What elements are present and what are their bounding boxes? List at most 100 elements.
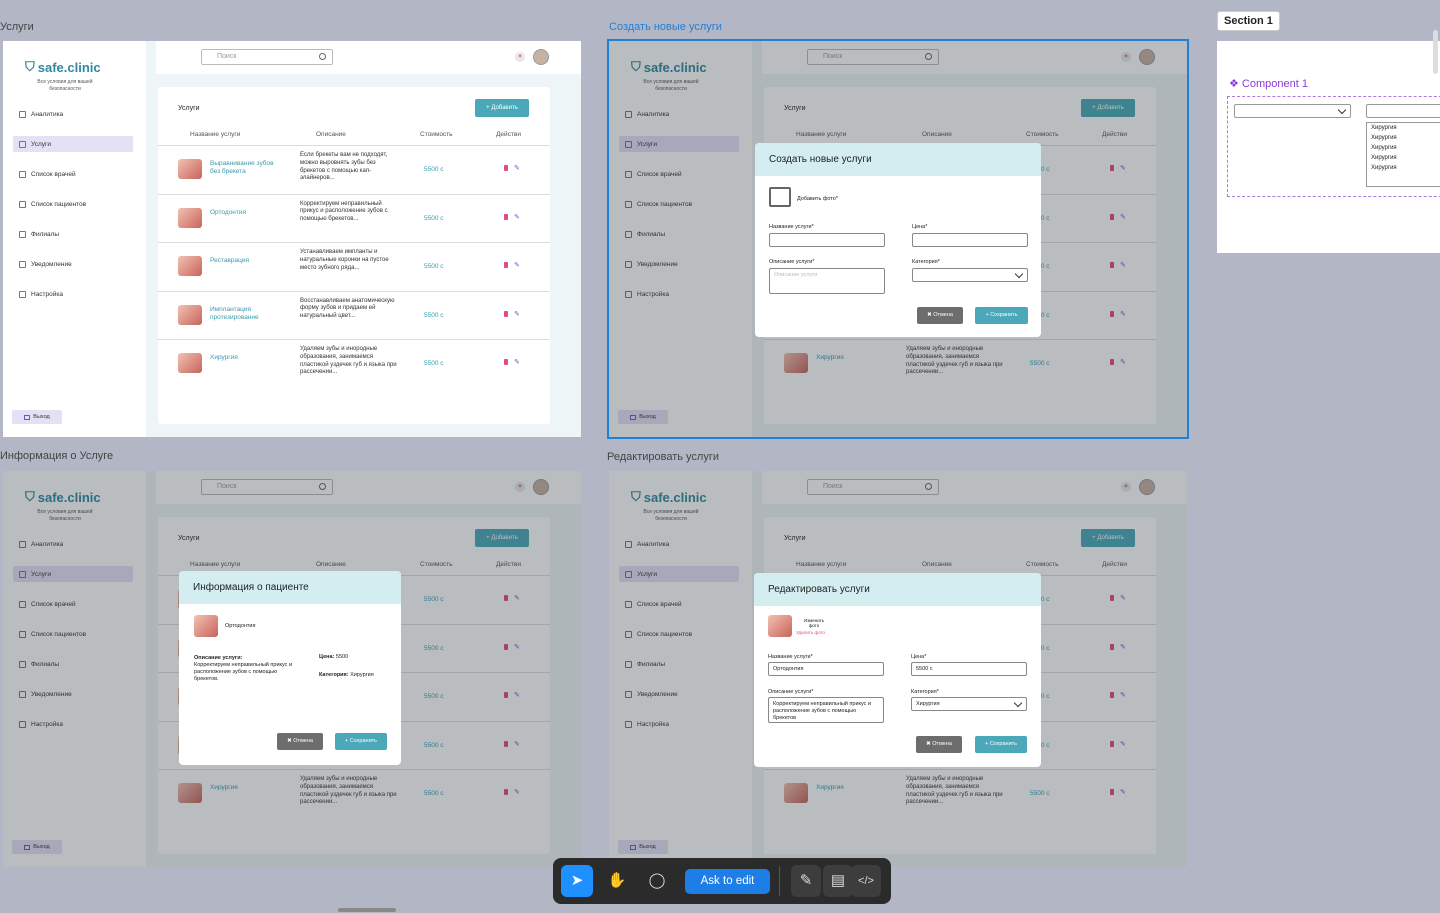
horizontal-scrollbar[interactable] <box>338 908 396 912</box>
description-input[interactable]: Корректируем неправильный прикус и распо… <box>768 697 884 723</box>
search-input[interactable]: Поиск <box>201 49 333 65</box>
code-icon[interactable]: </> <box>851 865 881 897</box>
avatar[interactable] <box>533 49 549 65</box>
nav-icon <box>19 140 26 148</box>
delete-icon[interactable] <box>504 359 508 365</box>
service-name-input[interactable]: Ортодонтия <box>768 662 884 676</box>
service-image <box>768 615 792 637</box>
section-label[interactable]: Section 1 <box>1217 11 1280 31</box>
shield-icon: ⛉ <box>25 59 35 74</box>
ask-to-edit-button[interactable]: Ask to edit <box>685 869 770 894</box>
service-name[interactable]: Выравнивание зубов без брекета <box>210 160 276 176</box>
table-row[interactable]: Реставрация Устанавливаем импланты и нат… <box>158 242 550 290</box>
cancel-button[interactable]: ✖ Отмена <box>277 733 323 750</box>
component-label[interactable]: ❖ Component 1 <box>1229 77 1308 90</box>
frame-label-info[interactable]: Информация о Услуге <box>0 450 113 462</box>
frame-label-services[interactable]: Услуги <box>0 21 34 33</box>
main-area: Поиск ✶ Услуги + Добавить Название услуг… <box>146 41 581 437</box>
cancel-button[interactable]: ✖ Отмена <box>916 736 962 753</box>
category-label: Категория* <box>912 259 940 265</box>
service-image <box>178 256 202 276</box>
sidebar-item[interactable]: Настройка <box>13 286 133 302</box>
frame-edit[interactable]: ⛉ safe.clinic Все условия для вашей безоп… <box>609 471 1187 867</box>
component-dropdown-closed[interactable] <box>1234 104 1351 118</box>
dropdown-option[interactable]: Хирургия <box>1367 133 1440 143</box>
service-name-input[interactable] <box>769 233 885 247</box>
desc-label: Описание услуги: <box>194 655 243 661</box>
sidebar-item-label: Настройка <box>31 290 63 298</box>
component-dropdown-open[interactable] <box>1366 104 1440 118</box>
vertical-scrollbar[interactable] <box>1433 30 1438 74</box>
sidebar-item[interactable]: Список врачей <box>13 166 133 182</box>
frame-create[interactable]: ⛉ safe.clinic Все условия для вашей безоп… <box>607 39 1189 439</box>
layout-icon[interactable]: ▤ <box>823 865 853 897</box>
cursor-icon[interactable]: ➤ <box>561 865 593 897</box>
sidebar-item[interactable]: Услуги <box>13 136 133 152</box>
price-input[interactable] <box>912 233 1028 247</box>
nav-icon <box>19 230 26 238</box>
price-row: Цена: 5500 <box>319 654 349 660</box>
frame-label-create[interactable]: Создать новые услуги <box>609 21 722 33</box>
desc-label: Описание услуги* <box>768 689 814 695</box>
chevron-down-icon <box>1014 269 1024 279</box>
save-button[interactable]: + Сохранить <box>975 307 1028 324</box>
dropdown-option[interactable]: Хирургия <box>1367 153 1440 163</box>
service-name[interactable]: Хирургия <box>210 354 276 362</box>
edit-icon[interactable]: ✎ <box>514 261 520 269</box>
add-photo-label[interactable]: Добавить фото* <box>797 196 838 202</box>
top-bar: Поиск ✶ <box>156 41 581 74</box>
sidebar-item[interactable]: Аналитика <box>13 106 133 122</box>
notification-icon[interactable]: ✶ <box>515 52 525 62</box>
table-row[interactable]: Ортодонтия Корректируем неправильный при… <box>158 193 550 242</box>
change-photo-link[interactable]: Изменить фото <box>800 618 828 628</box>
price-input[interactable]: 5500 с <box>911 662 1027 676</box>
comment-icon[interactable]: ◯ <box>641 865 673 897</box>
dropdown-option[interactable]: Хирургия <box>1367 143 1440 153</box>
add-service-button[interactable]: + Добавить <box>475 99 529 117</box>
sidebar-item[interactable]: Уведомление <box>13 256 133 272</box>
edit-icon[interactable]: ✎ <box>514 164 520 172</box>
service-name[interactable]: Ортодонтия <box>210 209 276 217</box>
description-input[interactable]: Описание услуги <box>769 268 885 294</box>
edit-icon[interactable]: ✎ <box>514 358 520 366</box>
nav-icon <box>19 290 26 298</box>
delete-photo-link[interactable]: Удалить фото <box>796 630 825 635</box>
delete-icon[interactable] <box>504 310 508 317</box>
frame-label-edit[interactable]: Редактировать услуги <box>607 451 719 463</box>
table-row[interactable]: Имплантация протезирование Восстанавлива… <box>158 290 550 339</box>
table-row[interactable]: Хирургия Удаляем зубы и инородные образо… <box>158 339 550 387</box>
sidebar: ⛉ safe.clinic Все условия для вашей безоп… <box>3 41 146 437</box>
service-description: Устанавливаем импланты и натуральные кор… <box>300 249 389 271</box>
sidebar-item-label: Аналитика <box>31 110 64 118</box>
category-select[interactable]: Хирургия <box>911 697 1027 711</box>
add-photo-icon[interactable] <box>769 187 791 207</box>
app-logo[interactable]: ⛉ safe.clinic <box>25 59 101 75</box>
frame-services[interactable]: ⛉ safe.clinic Все условия для вашей безоп… <box>3 41 581 437</box>
edit-icon[interactable]: ✎ <box>514 310 520 318</box>
edit-icon[interactable]: ✎ <box>514 213 520 221</box>
nav-icon <box>19 200 26 208</box>
sidebar-item[interactable]: Филиалы <box>13 226 133 242</box>
dropdown-option[interactable]: Хирургия <box>1367 123 1440 133</box>
column-header: Действи <box>496 131 521 138</box>
category-select[interactable] <box>912 268 1028 282</box>
table-row[interactable]: Выравнивание зубов без брекета Если брек… <box>158 145 550 193</box>
nav-icon <box>19 110 26 118</box>
dropdown-option[interactable]: Хирургия <box>1367 163 1440 173</box>
service-name[interactable]: Реставрация <box>210 257 276 265</box>
delete-icon[interactable] <box>504 213 508 220</box>
save-button[interactable]: + Сохранить <box>975 736 1027 753</box>
save-button[interactable]: + Сохранить <box>335 733 387 750</box>
sidebar-item[interactable]: Список пациентов <box>13 196 133 212</box>
cancel-button[interactable]: ✖ Отмена <box>917 307 963 324</box>
delete-icon[interactable] <box>504 262 508 268</box>
sidebar-item-label: Филиалы <box>31 230 60 238</box>
component-dropdown-list: Хирургия Хирургия Хирургия Хирургия Хиру… <box>1366 122 1440 187</box>
pen-icon[interactable]: ✎ <box>791 865 821 897</box>
toolbar-divider <box>779 866 780 896</box>
service-name[interactable]: Имплантация протезирование <box>210 306 276 322</box>
logout-button[interactable]: Выход <box>12 410 62 424</box>
frame-info[interactable]: ⛉ safe.clinic Все условия для вашей безоп… <box>3 471 581 867</box>
hand-icon[interactable]: ✋ <box>601 865 633 897</box>
delete-icon[interactable] <box>504 165 508 171</box>
